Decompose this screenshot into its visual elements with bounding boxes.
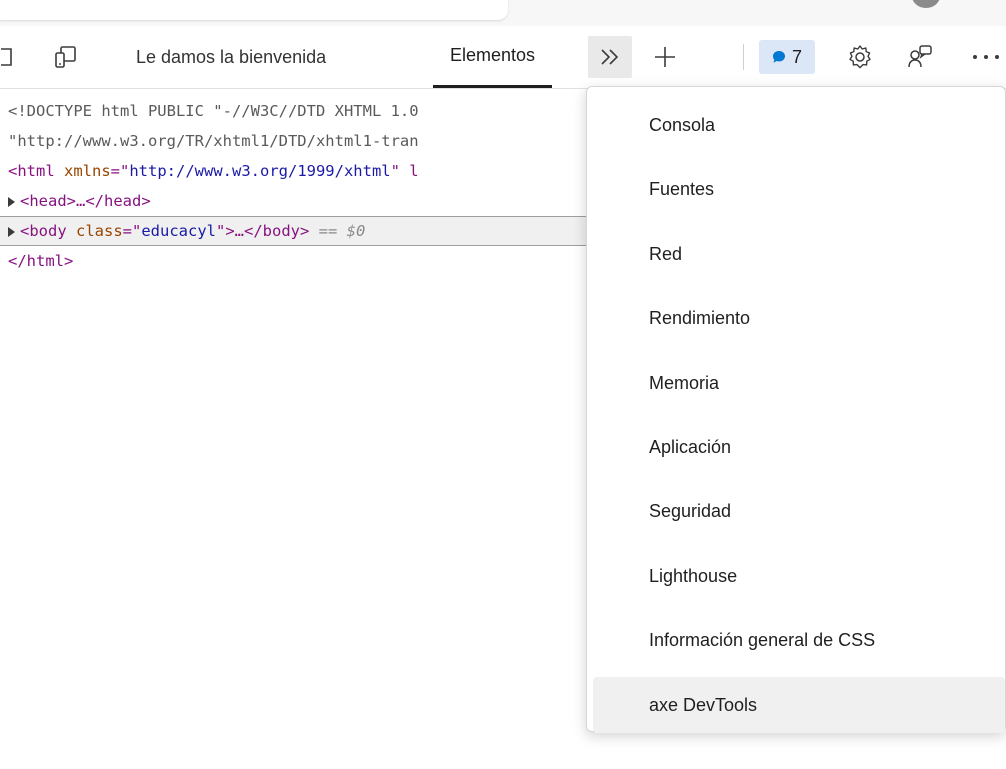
dom-token: ="	[122, 222, 142, 240]
inspect-element-icon[interactable]	[0, 26, 16, 88]
dom-token: <html	[8, 162, 64, 180]
dom-token: <body	[20, 222, 76, 240]
tab-welcome[interactable]: Le damos la bienvenida	[136, 26, 326, 88]
new-tab-button[interactable]	[650, 26, 680, 88]
dom-node[interactable]: </html>	[0, 246, 590, 276]
dom-token: http://www.w3.org/1999/xhtml	[129, 162, 391, 180]
more-tools-menu: Consola Fuentes Red Rendimiento Memoria Aplic…	[586, 86, 1006, 733]
browser-top-strip	[0, 0, 1006, 26]
address-bar[interactable]	[0, 0, 508, 20]
issues-button[interactable]: 7	[759, 40, 815, 74]
feedback-button[interactable]	[904, 26, 936, 88]
menu-item-informaci-n-general-de-css[interactable]: Información general de CSS	[593, 612, 1005, 668]
menu-item-fuentes[interactable]: Fuentes	[593, 161, 1005, 217]
plus-icon	[655, 47, 675, 67]
toolbar-divider	[743, 44, 744, 70]
message-bubble-icon	[772, 51, 785, 63]
settings-button[interactable]	[844, 26, 876, 88]
dom-token: <head>…</head>	[20, 192, 151, 210]
dom-token: xmlns	[64, 162, 111, 180]
dom-token: ">…</body>	[216, 222, 310, 240]
dom-token: " l	[390, 162, 419, 180]
menu-item-axe-devtools[interactable]: axe DevTools	[593, 677, 1005, 733]
menu-item-memoria[interactable]: Memoria	[593, 355, 1005, 411]
devtools-toolbar: Le damos la bienvenida Elementos 7	[0, 26, 1006, 89]
chevrons-right-icon	[601, 49, 619, 65]
dom-token: educacyl	[141, 222, 216, 240]
menu-item-aplicaci-n[interactable]: Aplicación	[593, 419, 1005, 475]
dom-token: == $0	[309, 222, 366, 240]
dom-node[interactable]: <!DOCTYPE html PUBLIC "-//W3C//DTD XHTML…	[0, 96, 590, 126]
tab-elements[interactable]: Elementos	[433, 26, 553, 88]
user-feedback-icon	[908, 45, 932, 68]
dom-token: ="	[110, 162, 130, 180]
expand-triangle-icon[interactable]	[8, 197, 15, 207]
dom-token: </html>	[8, 252, 74, 270]
dom-tree: <!DOCTYPE html PUBLIC "-//W3C//DTD XHTML…	[0, 96, 590, 276]
dom-node-selected[interactable]: <body class="educacyl">…</body> == $0	[0, 216, 590, 246]
menu-item-red[interactable]: Red	[593, 226, 1005, 282]
gear-icon	[849, 45, 871, 69]
dom-token: "http://www.w3.org/TR/xhtml1/DTD/xhtml1-…	[8, 132, 419, 150]
menu-item-rendimiento[interactable]: Rendimiento	[593, 290, 1005, 346]
dom-token: <!DOCTYPE html PUBLIC "-//W3C//DTD XHTML…	[8, 102, 419, 120]
issues-count: 7	[791, 46, 802, 67]
profile-avatar[interactable]	[912, 0, 940, 8]
dom-token: class	[76, 222, 123, 240]
ellipsis-icon	[973, 55, 999, 59]
more-options-button[interactable]	[966, 26, 1006, 88]
menu-item-seguridad[interactable]: Seguridad	[593, 483, 1005, 539]
dom-node[interactable]: <html xmlns="http://www.w3.org/1999/xhtm…	[0, 156, 590, 186]
menu-item-lighthouse[interactable]: Lighthouse	[593, 548, 1005, 604]
device-emulation-icon[interactable]	[50, 26, 80, 88]
dom-node[interactable]: <head>…</head>	[0, 186, 590, 216]
expand-triangle-icon[interactable]	[8, 227, 15, 237]
more-tools-button[interactable]	[588, 36, 632, 78]
dom-node[interactable]: "http://www.w3.org/TR/xhtml1/DTD/xhtml1-…	[0, 126, 590, 156]
menu-item-consola[interactable]: Consola	[593, 97, 1005, 153]
